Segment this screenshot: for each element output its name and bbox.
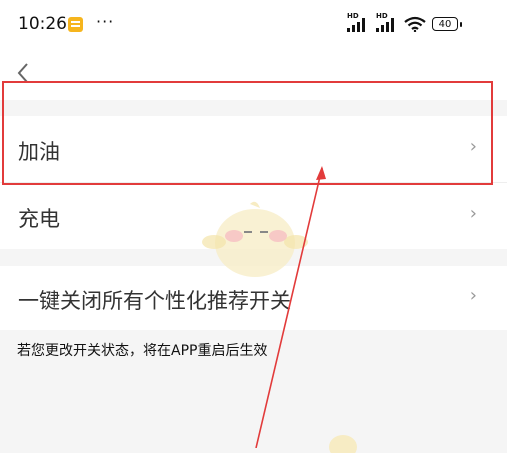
- status-bar: 10:26 ··· HD HD 40: [0, 0, 507, 52]
- status-time: 10:26: [18, 14, 67, 34]
- battery-icon: 40: [432, 17, 462, 31]
- signal-icon-2: HD: [376, 12, 400, 32]
- mascot-watermark-small: [329, 435, 357, 453]
- wifi-icon: [404, 16, 426, 32]
- more-notifications-icon: ···: [96, 12, 115, 31]
- chevron-right-icon: ›: [469, 203, 477, 224]
- notes-app-icon: [68, 17, 83, 32]
- list-item-label: 一键关闭所有个性化推荐开关: [18, 289, 291, 313]
- mascot-watermark: [202, 201, 308, 277]
- list-item-label: 充电: [18, 207, 60, 231]
- highlight-box: [2, 81, 493, 185]
- signal-icon: HD: [347, 12, 371, 32]
- chevron-right-icon: ›: [469, 285, 477, 306]
- restart-note: 若您更改开关状态，将在APP重启后生效: [17, 343, 268, 359]
